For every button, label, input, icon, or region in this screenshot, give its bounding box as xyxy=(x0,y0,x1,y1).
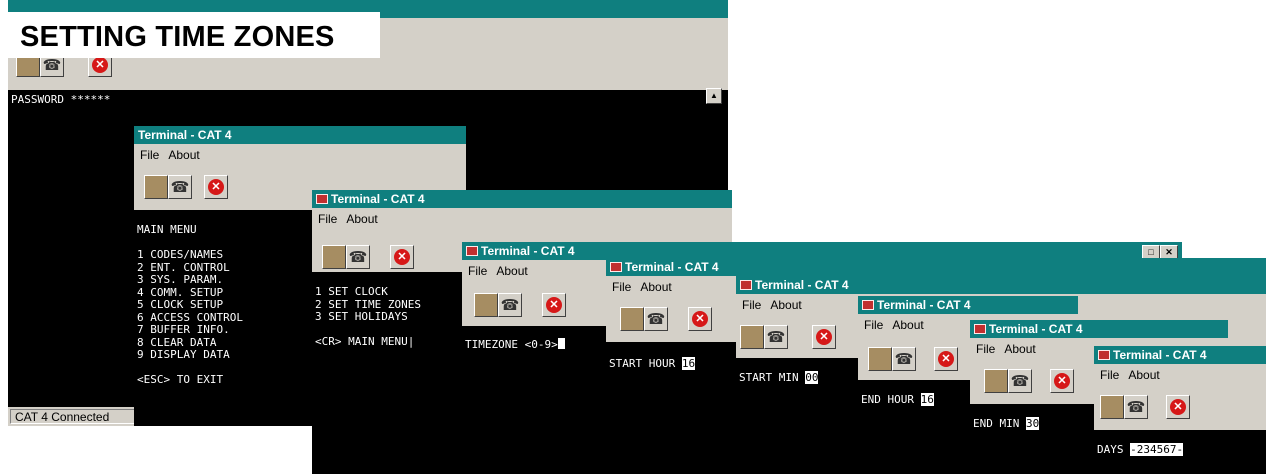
menu-bar: File About xyxy=(312,208,732,230)
window-title: Terminal - CAT 4 xyxy=(625,260,719,274)
close-circle-icon[interactable] xyxy=(204,175,228,199)
title-bar[interactable]: Terminal - CAT 4 xyxy=(858,296,1078,314)
menu-file[interactable]: File xyxy=(742,298,761,312)
start-min-value: 00 xyxy=(805,371,819,384)
phone-dial-icon[interactable]: ☎ xyxy=(1124,395,1148,419)
title-bar[interactable]: Terminal - CAT 4 xyxy=(606,258,1266,276)
terminal-icon xyxy=(862,300,874,310)
end-min-prompt: END MIN xyxy=(973,417,1026,430)
window-title: Terminal - CAT 4 xyxy=(755,278,849,292)
blank-tool-icon[interactable] xyxy=(984,369,1008,393)
phone-dial-icon[interactable]: ☎ xyxy=(498,293,522,317)
phone-dial-icon[interactable]: ☎ xyxy=(168,175,192,199)
window-title: Terminal - CAT 4 xyxy=(481,244,575,258)
title-bar[interactable]: Terminal - CAT 4 xyxy=(736,276,1266,294)
close-circle-icon[interactable] xyxy=(934,347,958,371)
console-text: PASSWORD ****** xyxy=(11,93,111,106)
close-circle-icon[interactable] xyxy=(390,245,414,269)
title-bar[interactable]: Terminal - CAT 4 xyxy=(970,320,1228,338)
days-prompt: DAYS xyxy=(1097,443,1131,456)
menu-about[interactable]: About xyxy=(346,212,377,226)
phone-dial-icon[interactable]: ☎ xyxy=(764,325,788,349)
timezone-prompt: TIMEZONE <0-9> xyxy=(465,338,558,351)
menu-about[interactable]: About xyxy=(1004,342,1035,356)
close-circle-icon[interactable] xyxy=(542,293,566,317)
menu-file[interactable]: File xyxy=(468,264,487,278)
menu-bar: File About xyxy=(134,144,466,166)
blank-tool-icon[interactable] xyxy=(740,325,764,349)
blank-tool-icon[interactable] xyxy=(620,307,644,331)
title-bar[interactable]: Terminal - CAT 4 xyxy=(312,190,732,208)
menu-about[interactable]: About xyxy=(168,148,199,162)
blank-tool-icon[interactable] xyxy=(1100,395,1124,419)
title-bar[interactable]: Terminal - CAT 4 xyxy=(1094,346,1266,364)
menu-about[interactable]: About xyxy=(892,318,923,332)
window-title: Terminal - CAT 4 xyxy=(331,192,425,206)
phone-dial-icon[interactable]: ☎ xyxy=(346,245,370,269)
terminal-icon xyxy=(316,194,328,204)
window-title: Terminal - CAT 4 xyxy=(989,322,1083,336)
menu-bar: File About xyxy=(1094,364,1266,386)
text-cursor xyxy=(557,338,565,349)
phone-dial-icon[interactable]: ☎ xyxy=(1008,369,1032,393)
close-circle-icon[interactable] xyxy=(812,325,836,349)
menu-about[interactable]: About xyxy=(770,298,801,312)
end-hour-prompt: END HOUR xyxy=(861,393,921,406)
end-min-value: 30 xyxy=(1025,417,1040,430)
scroll-up-arrow-icon[interactable]: ▲ xyxy=(706,88,722,104)
terminal-console[interactable]: DAYS -234567- xyxy=(1094,430,1266,474)
terminal-icon xyxy=(740,280,752,290)
start-hour-prompt: START HOUR xyxy=(609,357,682,370)
blank-tool-icon[interactable] xyxy=(322,245,346,269)
menu-about[interactable]: About xyxy=(640,280,671,294)
terminal-window-days: Terminal - CAT 4 File About ☎ DAYS -23456… xyxy=(1094,346,1266,474)
start-hour-value: 16 xyxy=(681,357,696,370)
page-heading: SETTING TIME ZONES xyxy=(8,12,380,58)
title-bar[interactable]: Terminal - CAT 4 xyxy=(134,126,466,144)
menu-file[interactable]: File xyxy=(976,342,995,356)
menu-file[interactable]: File xyxy=(140,148,159,162)
menu-file[interactable]: File xyxy=(1100,368,1119,382)
menu-about[interactable]: About xyxy=(1128,368,1159,382)
terminal-icon xyxy=(974,324,986,334)
phone-dial-icon[interactable]: ☎ xyxy=(892,347,916,371)
blank-tool-icon[interactable] xyxy=(144,175,168,199)
window-title: Terminal - CAT 4 xyxy=(877,298,971,312)
menu-file[interactable]: File xyxy=(864,318,883,332)
window-title: Terminal - CAT 4 xyxy=(138,128,232,142)
window-title: Terminal - CAT 4 xyxy=(1113,348,1207,362)
days-value: -234567- xyxy=(1130,443,1184,456)
blank-tool-icon[interactable] xyxy=(474,293,498,317)
close-circle-icon[interactable] xyxy=(688,307,712,331)
terminal-icon xyxy=(1098,350,1110,360)
close-circle-icon[interactable] xyxy=(1050,369,1074,393)
end-hour-value: 16 xyxy=(920,393,934,406)
menu-file[interactable]: File xyxy=(318,212,337,226)
start-min-prompt: START MIN xyxy=(739,371,806,384)
close-circle-icon[interactable] xyxy=(1166,395,1190,419)
terminal-icon xyxy=(466,246,478,256)
phone-dial-icon[interactable]: ☎ xyxy=(644,307,668,331)
toolbar: ☎ xyxy=(1094,390,1266,424)
menu-about[interactable]: About xyxy=(496,264,527,278)
menu-file[interactable]: File xyxy=(612,280,631,294)
blank-tool-icon[interactable] xyxy=(868,347,892,371)
terminal-icon xyxy=(610,262,622,272)
